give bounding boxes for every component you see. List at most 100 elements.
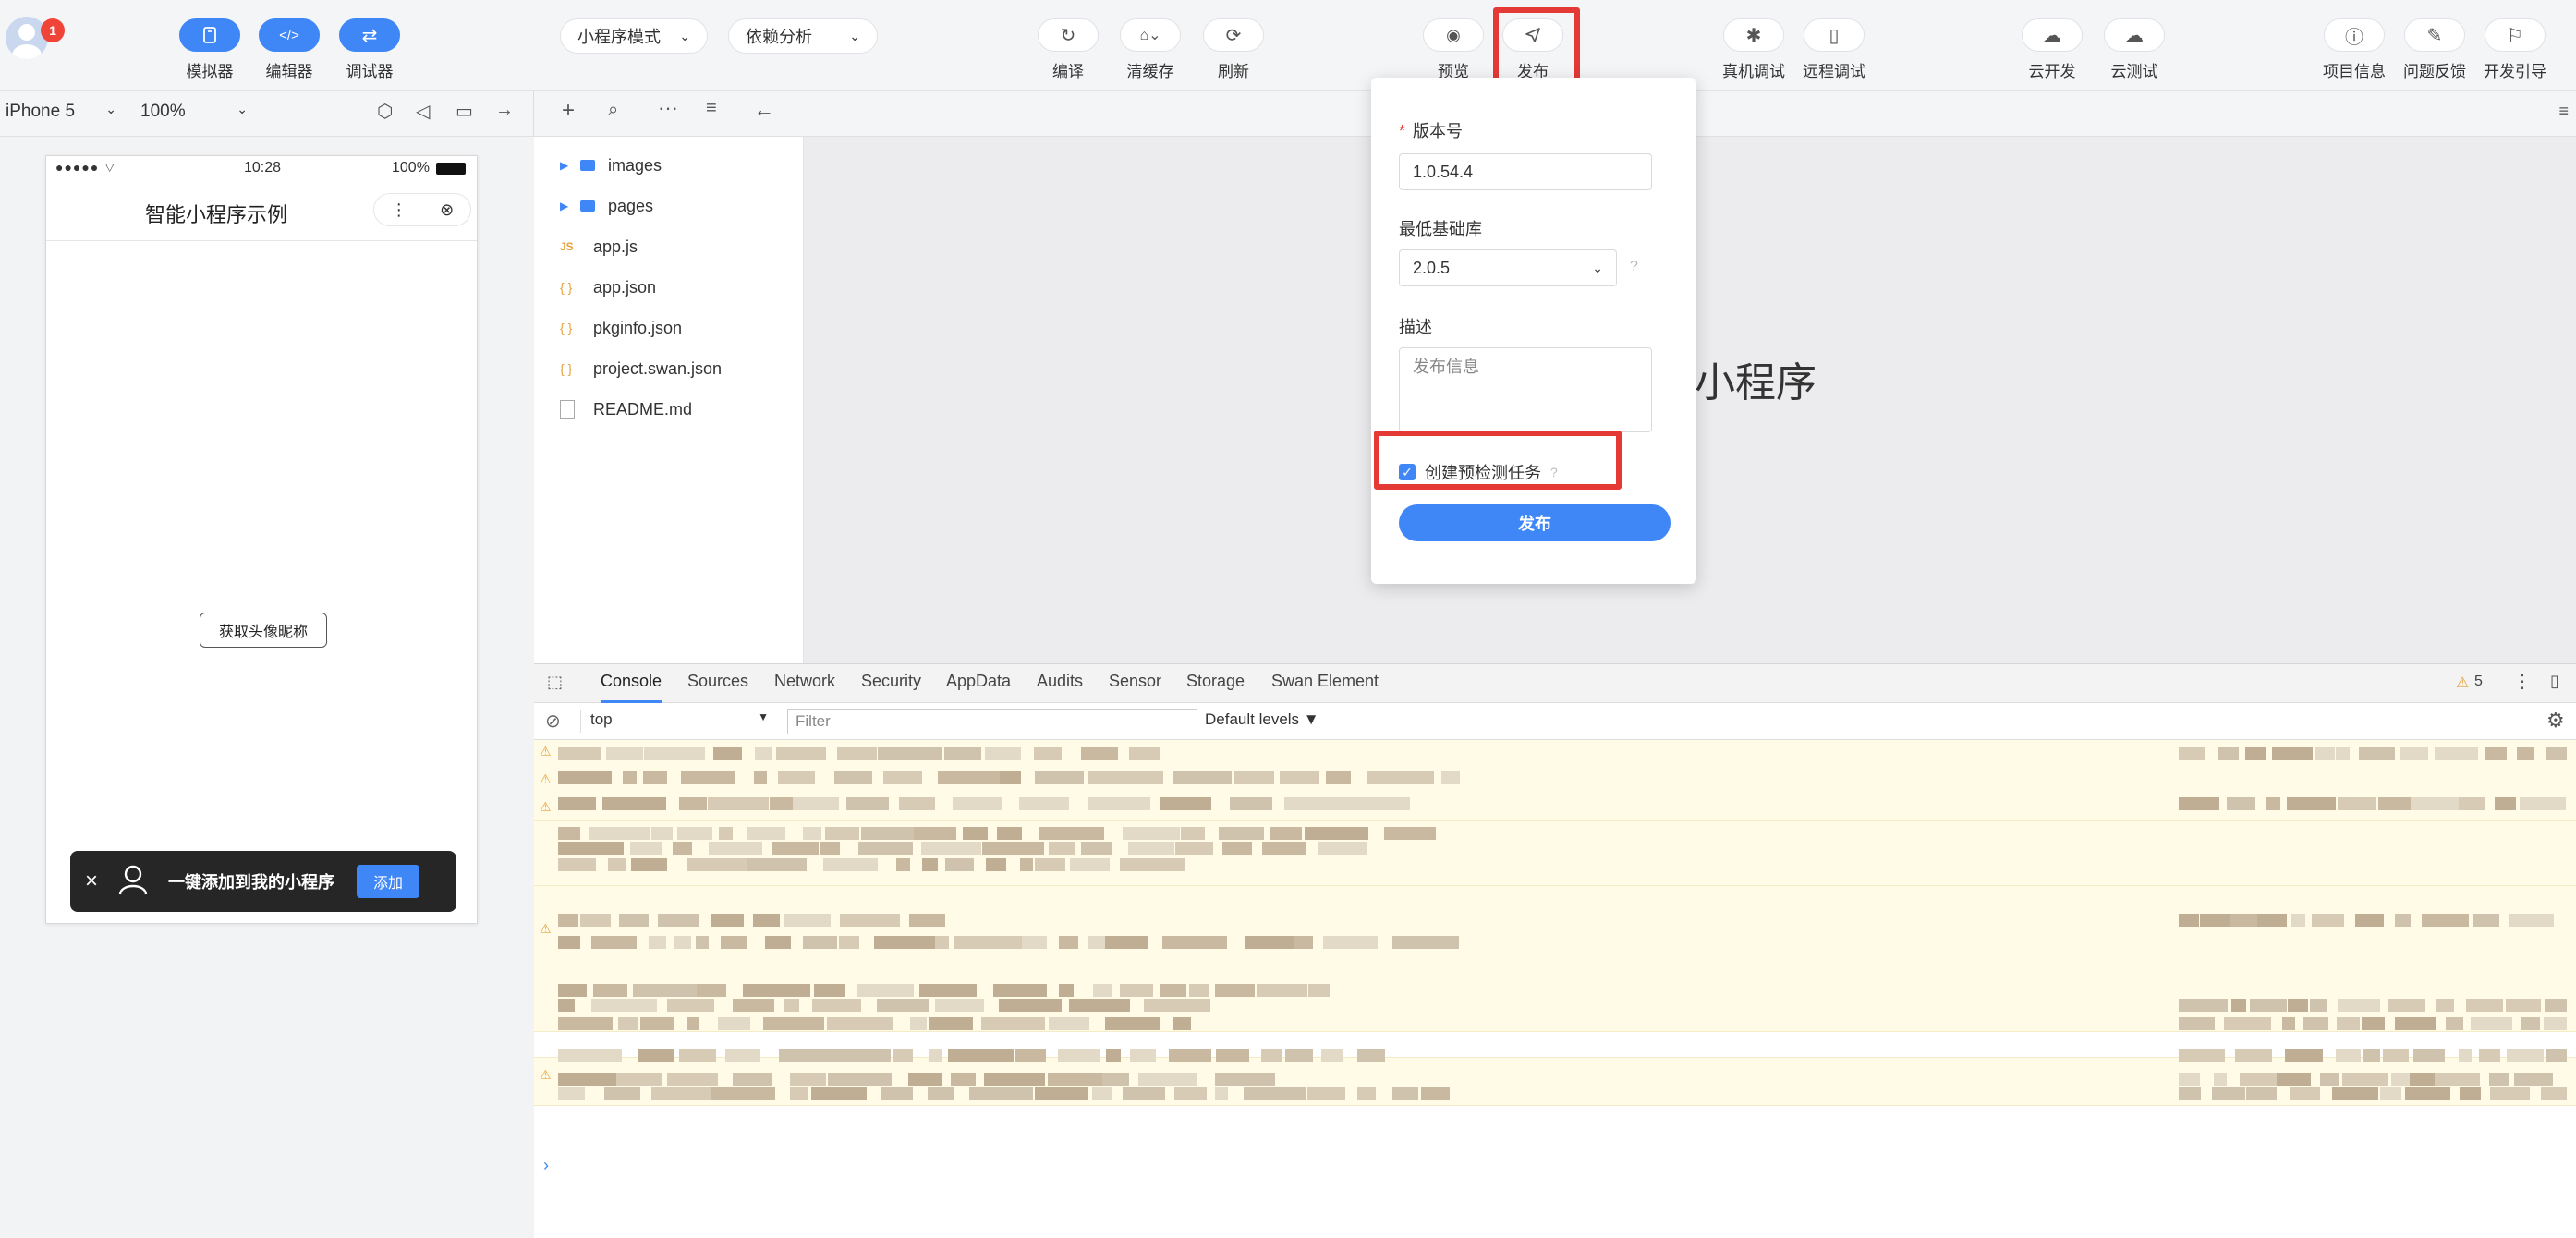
context-value: top (590, 710, 613, 728)
redacted-log-text (1181, 827, 1205, 840)
banner-add-button[interactable]: 添加 (357, 865, 420, 898)
tab-swan-element[interactable]: Swan Element (1271, 672, 1379, 691)
close-circle-icon[interactable]: ⊗ (440, 200, 454, 220)
filter-input[interactable]: Filter (787, 709, 1197, 734)
tab-storage[interactable]: Storage (1186, 672, 1245, 691)
redacted-log-text (861, 827, 914, 840)
help-icon[interactable]: ? (1630, 259, 1638, 275)
top-toolbar: 1 模拟器 </> 编辑器 ⇄ 调试器 小程序模式 ⌄ 依赖分析 ⌄ ↻ 编译 … (0, 0, 2576, 91)
tab-sensor[interactable]: Sensor (1109, 672, 1161, 691)
redacted-log-source (2315, 747, 2335, 760)
more-icon[interactable]: ··· (658, 96, 678, 120)
doc-file-icon (560, 400, 575, 419)
more-icon[interactable]: ⋮ (391, 200, 407, 220)
refresh-button[interactable]: ⟳ 刷新 (1183, 18, 1284, 81)
zoom-select[interactable]: 100% ⌄ (140, 102, 248, 122)
redacted-log-source (2277, 1073, 2311, 1086)
clear-console-icon[interactable]: ⊘ (545, 710, 561, 733)
device-toggle-icon[interactable]: ▯ (2550, 672, 2559, 691)
redacted-log-source (2179, 747, 2205, 760)
tab-sources[interactable]: Sources (687, 672, 748, 691)
rotate-icon[interactable]: ▭ (456, 100, 473, 123)
redacted-log-source (2310, 999, 2327, 1012)
cloud-test-button[interactable]: ☁ 云测试 (2084, 18, 2185, 81)
project-info-label: 项目信息 (2323, 63, 2386, 80)
sound-icon[interactable]: ◁ (416, 100, 430, 123)
redacted-log-text (793, 797, 839, 810)
device-select[interactable]: iPhone 5 ⌄ (6, 102, 116, 122)
levels-select[interactable]: Default levels ▼ (1205, 710, 1319, 729)
publish-button[interactable]: 发布 (1482, 18, 1584, 81)
context-select[interactable]: top ▼ (580, 710, 769, 733)
search-icon[interactable]: ⌕ (608, 100, 618, 121)
menu-lines-icon[interactable]: ≡ (2558, 102, 2569, 121)
redacted-log-text (770, 797, 793, 810)
redacted-log-text (558, 747, 601, 760)
cloud-dev-label: 云开发 (2028, 63, 2076, 80)
file-item-project-swan-json[interactable]: { } project.swan.json (560, 355, 722, 382)
redacted-log-text (558, 771, 612, 784)
redacted-log-text (909, 914, 945, 927)
add-icon[interactable]: + (562, 98, 575, 124)
page-title: 智能小程序示例 (144, 203, 287, 226)
device-debug-label: 真机调试 (1722, 63, 1785, 80)
caret-right-icon[interactable]: ▶ (560, 159, 580, 172)
tab-security[interactable]: Security (861, 672, 921, 691)
cube-icon[interactable]: ⬡ (377, 100, 393, 123)
min-lib-select[interactable]: 2.0.5 ⌄ (1399, 249, 1617, 286)
file-item-app-js[interactable]: JS app.js (560, 233, 638, 261)
redacted-log-text (899, 797, 935, 810)
mode-select[interactable]: 小程序模式 ⌄ (560, 18, 708, 54)
user-avatar[interactable] (6, 17, 48, 59)
redacted-log-text (1123, 1087, 1165, 1100)
dependency-select[interactable]: 依赖分析 ⌄ (728, 18, 878, 54)
back-arrow-icon[interactable]: ← (754, 98, 774, 122)
description-textarea[interactable]: 发布信息 (1399, 347, 1652, 432)
redacted-log-text (784, 999, 799, 1012)
version-input[interactable]: 1.0.54.4 (1399, 153, 1652, 190)
collapse-icon[interactable]: ≡ (706, 98, 717, 119)
close-icon[interactable]: × (85, 868, 98, 894)
redacted-log-text (1215, 984, 1255, 997)
guide-button[interactable]: ⚐ 开发引导 (2464, 18, 2566, 81)
publish-submit-button[interactable]: 发布 (1399, 504, 1671, 541)
tab-audits[interactable]: Audits (1037, 672, 1083, 691)
tab-appdata[interactable]: AppData (946, 672, 1011, 691)
remote-debug-button[interactable]: ▯ 远程调试 (1783, 18, 1885, 81)
inspect-icon[interactable]: ⬚ (547, 673, 563, 692)
debugger-button[interactable]: ⇄ 调试器 (319, 18, 420, 81)
nav-bar: 智能小程序示例 ⋮ ⊗ (46, 184, 477, 241)
tab-network[interactable]: Network (774, 672, 835, 691)
redacted-log-text (963, 827, 988, 840)
arrow-right-icon[interactable]: → (495, 100, 514, 121)
caret-right-icon[interactable]: ▶ (560, 200, 580, 212)
file-item-readme[interactable]: README.md (560, 395, 692, 423)
mode-select-value: 小程序模式 (577, 28, 661, 46)
redacted-log-text (591, 999, 657, 1012)
redacted-log-text (558, 1073, 616, 1086)
file-item-app-json[interactable]: { } app.json (560, 273, 656, 301)
redacted-log-text (616, 1073, 662, 1086)
redacted-log-text (982, 842, 1044, 855)
redacted-log-text (1105, 1017, 1160, 1030)
file-item-images[interactable]: ▶ images (560, 152, 662, 179)
redacted-log-text (928, 1087, 954, 1100)
redacted-log-text (1294, 936, 1313, 949)
redacted-log-source (2266, 797, 2280, 810)
redacted-log-text (697, 984, 726, 997)
console-log: ⚠ ⚠ ⚠ ⚠ ⚠ (534, 740, 2576, 1165)
redacted-log-source (2303, 1017, 2328, 1030)
redacted-log-text (633, 984, 697, 997)
prompt-chevron-icon[interactable]: › (543, 1156, 549, 1175)
redacted-log-text (606, 747, 643, 760)
file-item-pages[interactable]: ▶ pages (560, 192, 653, 220)
redacted-log-text (763, 1017, 824, 1030)
redacted-log-text (643, 771, 667, 784)
redacted-log-text (619, 914, 649, 927)
tab-console[interactable]: Console (601, 672, 662, 703)
redacted-log-source (2479, 1049, 2500, 1062)
get-avatar-button[interactable]: 获取头像昵称 (200, 613, 327, 648)
more-icon[interactable]: ⋮ (2513, 670, 2532, 693)
file-item-pkginfo-json[interactable]: { } pkginfo.json (560, 314, 682, 342)
gear-icon[interactable]: ⚙ (2546, 709, 2565, 733)
